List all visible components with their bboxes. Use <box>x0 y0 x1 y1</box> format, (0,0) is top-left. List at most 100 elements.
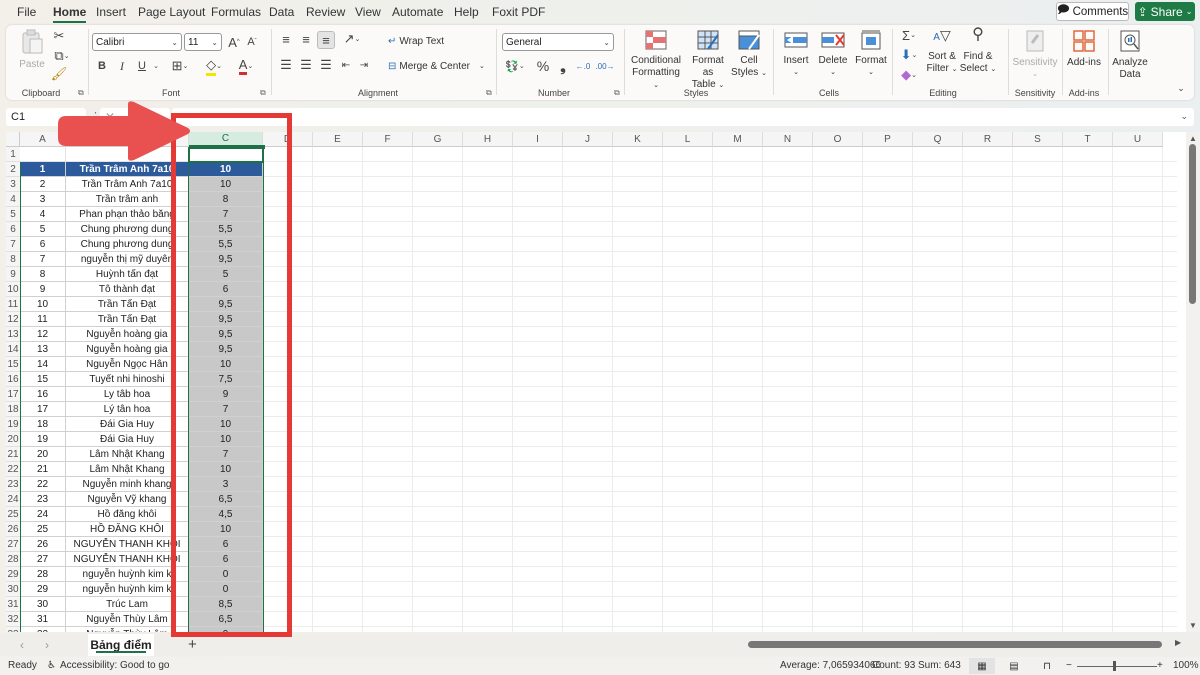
row-header[interactable]: 22 <box>6 462 20 477</box>
conditional-formatting-button[interactable]: Conditional Formatting ⌄ <box>628 29 684 92</box>
row-header[interactable]: 16 <box>6 372 20 387</box>
cell-c30[interactable]: 0 <box>189 582 263 597</box>
cell-b15[interactable]: Nguyễn Ngọc Hân <box>66 357 189 372</box>
tab-home[interactable]: Home <box>53 5 87 23</box>
vertical-scrollbar[interactable]: ▲ ▼ <box>1186 132 1200 632</box>
column-header-f[interactable]: F <box>363 132 413 147</box>
align-left-icon[interactable]: ☰ <box>278 57 294 73</box>
autosum-icon[interactable]: Σ ⌄ <box>896 27 922 43</box>
row-header[interactable]: 8 <box>6 252 20 267</box>
cell-c7[interactable]: 5,5 <box>189 237 263 252</box>
column-header-g[interactable]: G <box>413 132 463 147</box>
tab-page-layout[interactable]: Page Layout <box>138 5 205 19</box>
cell-c20[interactable]: 10 <box>189 432 263 447</box>
add-sheet-button[interactable]: + <box>188 636 197 653</box>
cell-b30[interactable]: nguyễn huỳnh kim k <box>66 582 189 597</box>
cell-c19[interactable]: 10 <box>189 417 263 432</box>
enter-icon[interactable]: ✓ <box>123 110 133 124</box>
cell-c1[interactable] <box>189 147 263 162</box>
page-layout-view-button[interactable]: ▤ <box>1001 658 1027 674</box>
cell-c16[interactable]: 7,5 <box>189 372 263 387</box>
cell-c13[interactable]: 9,5 <box>189 327 263 342</box>
column-header-d[interactable]: D <box>263 132 313 147</box>
accessibility-icon[interactable]: ♿︎ <box>47 660 56 671</box>
cell-a26[interactable]: 25 <box>20 522 66 537</box>
row-header[interactable]: 7 <box>6 237 20 252</box>
row-header[interactable]: 12 <box>6 312 20 327</box>
cell-c5[interactable]: 7 <box>189 207 263 222</box>
cell-a1[interactable] <box>20 147 66 162</box>
status-count[interactable]: Count: 93 <box>872 660 915 671</box>
cell-a28[interactable]: 27 <box>20 552 66 567</box>
font-color-icon[interactable]: A ⌄ <box>232 57 260 75</box>
cell-b31[interactable]: Trúc Lam <box>66 597 189 612</box>
increase-indent-icon[interactable]: ⇥ <box>356 57 372 73</box>
delete-cells-button[interactable]: Delete ⌄ <box>814 29 852 79</box>
tab-insert[interactable]: Insert <box>96 5 126 19</box>
fill-color-icon[interactable]: ◇ ⌄ <box>200 57 228 76</box>
align-middle-icon[interactable]: ≡ <box>298 31 314 47</box>
row-header[interactable]: 4 <box>6 192 20 207</box>
format-as-table-button[interactable]: Format as Table ⌄ <box>686 29 730 92</box>
cell-c26[interactable]: 10 <box>189 522 263 537</box>
cell-b4[interactable]: Trần trâm anh <box>66 192 189 207</box>
row-header[interactable]: 10 <box>6 282 20 297</box>
cell-a5[interactable]: 4 <box>20 207 66 222</box>
tab-data[interactable]: Data <box>269 5 294 19</box>
formula-input[interactable]: ⌄ <box>172 108 1194 126</box>
fill-icon[interactable]: ⬇ ⌄ <box>896 47 922 63</box>
clear-icon[interactable]: ◆ ⌄ <box>896 67 922 83</box>
clipboard-launcher-icon[interactable]: ⧉ <box>78 88 84 98</box>
cell-b25[interactable]: Hồ đăng khôi <box>66 507 189 522</box>
row-header[interactable]: 19 <box>6 417 20 432</box>
cell-b19[interactable]: Đái Gia Huy <box>66 417 189 432</box>
row-header[interactable]: 2 <box>6 162 20 177</box>
cell-c25[interactable]: 4,5 <box>189 507 263 522</box>
align-bottom-icon[interactable]: ≡ <box>317 31 335 49</box>
sort-filter-button[interactable]: A▽ Sort & Filter ⌄ <box>924 28 960 76</box>
cell-b2[interactable]: Trần Trâm Anh 7a10 <box>66 162 189 177</box>
row-header[interactable]: 1 <box>6 147 20 162</box>
cell-a6[interactable]: 5 <box>20 222 66 237</box>
column-header-b[interactable]: B <box>66 132 189 147</box>
row-header[interactable]: 26 <box>6 522 20 537</box>
cell-c29[interactable]: 0 <box>189 567 263 582</box>
column-header-c[interactable]: C <box>189 132 263 147</box>
fill-handle[interactable] <box>261 145 265 149</box>
cell-b14[interactable]: Nguyễn hoàng gia <box>66 342 189 357</box>
cell-c23[interactable]: 3 <box>189 477 263 492</box>
cell-c24[interactable]: 6,5 <box>189 492 263 507</box>
normal-view-button[interactable]: ▦ <box>969 658 995 674</box>
cell-a21[interactable]: 20 <box>20 447 66 462</box>
cell-b18[interactable]: Lý tân hoa <box>66 402 189 417</box>
column-header-m[interactable]: M <box>713 132 763 147</box>
column-header-k[interactable]: K <box>613 132 663 147</box>
column-header-h[interactable]: H <box>463 132 513 147</box>
cell-a2[interactable]: 1 <box>20 162 66 177</box>
comments-button[interactable]: 🗩 Comments <box>1056 2 1129 21</box>
row-header[interactable]: 24 <box>6 492 20 507</box>
column-header-p[interactable]: P <box>863 132 913 147</box>
cell-a3[interactable]: 2 <box>20 177 66 192</box>
row-header[interactable]: 15 <box>6 357 20 372</box>
cell-b21[interactable]: Lâm Nhật Khang <box>66 447 189 462</box>
column-header-i[interactable]: I <box>513 132 563 147</box>
column-header-j[interactable]: J <box>563 132 613 147</box>
font-size-select[interactable]: 11 ⌄ <box>184 33 222 51</box>
sheet-tab-bang-diem[interactable]: Bảng điểm <box>88 634 154 656</box>
cell-c4[interactable]: 8 <box>189 192 263 207</box>
column-header-a[interactable]: A <box>20 132 66 147</box>
cell-b32[interactable]: Nguyễn Thùy Lâm <box>66 612 189 627</box>
cell-a20[interactable]: 19 <box>20 432 66 447</box>
cell-c15[interactable]: 10 <box>189 357 263 372</box>
alignment-launcher-icon[interactable]: ⧉ <box>486 88 492 98</box>
cell-a32[interactable]: 31 <box>20 612 66 627</box>
row-header[interactable]: 6 <box>6 222 20 237</box>
cell-c3[interactable]: 10 <box>189 177 263 192</box>
cell-c2[interactable]: 10 <box>189 162 263 177</box>
row-header[interactable]: 20 <box>6 432 20 447</box>
column-header-r[interactable]: R <box>963 132 1013 147</box>
cell-b13[interactable]: Nguyễn hoàng gia <box>66 327 189 342</box>
cell-a8[interactable]: 7 <box>20 252 66 267</box>
decrease-decimal-icon[interactable]: .00→ <box>595 57 614 75</box>
